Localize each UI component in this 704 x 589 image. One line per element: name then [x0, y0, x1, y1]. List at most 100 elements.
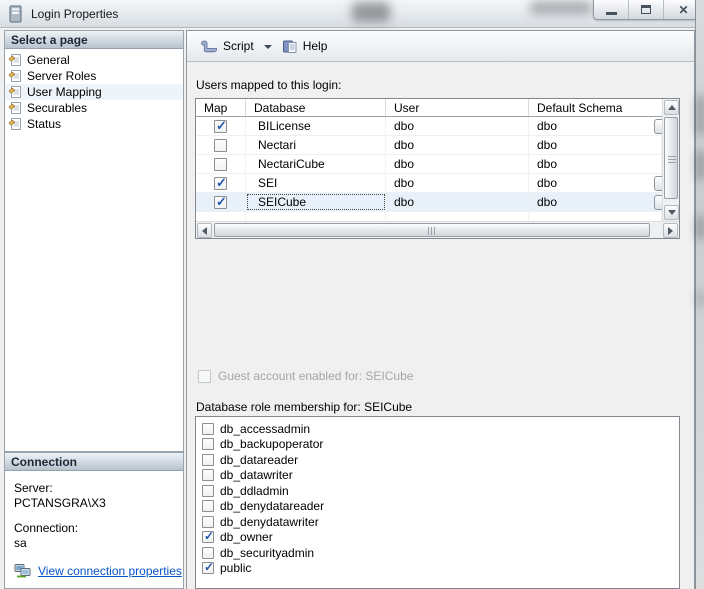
- database-cell: SEI: [246, 174, 386, 192]
- sidebar-page-item[interactable]: Server Roles: [5, 68, 183, 84]
- role-checkbox[interactable]: [202, 469, 214, 481]
- column-header-map[interactable]: Map: [196, 99, 246, 116]
- map-checkbox[interactable]: [214, 196, 227, 209]
- horizontal-scroll-thumb[interactable]: [214, 223, 650, 237]
- user-cell: dbo: [386, 193, 529, 211]
- toolbar: Script Help: [187, 31, 694, 62]
- schema-browse-button[interactable]: [654, 176, 662, 191]
- role-item[interactable]: db_ddladmin: [202, 483, 679, 499]
- connection-header: Connection: [5, 453, 183, 471]
- arrow-left-icon: [202, 227, 207, 235]
- script-scroll-icon: [200, 39, 218, 53]
- grid-row[interactable]: SEI dbo dbo: [196, 174, 662, 193]
- minimize-button[interactable]: [594, 0, 629, 19]
- map-checkbox[interactable]: [214, 158, 227, 171]
- help-button[interactable]: Help: [278, 36, 332, 57]
- vertical-scroll-thumb[interactable]: [664, 117, 678, 199]
- maximize-icon: [641, 5, 651, 14]
- guest-account-row: Guest account enabled for: SEICube: [198, 369, 413, 383]
- role-checkbox[interactable]: [202, 516, 214, 528]
- role-item[interactable]: db_datawriter: [202, 468, 679, 484]
- user-cell: dbo: [386, 136, 529, 154]
- role-checkbox[interactable]: [202, 500, 214, 512]
- script-button[interactable]: Script: [196, 36, 258, 56]
- page-icon: [8, 101, 23, 115]
- user-cell: dbo: [386, 174, 529, 192]
- column-header-database[interactable]: Database: [246, 99, 386, 116]
- schema-browse-button[interactable]: [654, 119, 662, 134]
- grid-row[interactable]: SEICube dbo dbo: [196, 193, 662, 212]
- window-right-edge: [695, 0, 704, 589]
- server-value: PCTANSGRA\X3: [14, 496, 183, 510]
- column-header-user[interactable]: User: [386, 99, 529, 116]
- sidebar-page-item[interactable]: Securables: [5, 100, 183, 116]
- map-cell: [196, 117, 246, 135]
- connection-value: sa: [14, 536, 183, 550]
- user-mapping-grid: Map Database User Default Schema BILicen…: [195, 98, 680, 239]
- role-membership-list: db_accessadmin db_backupoperator db_data…: [195, 416, 680, 589]
- role-item[interactable]: public: [202, 561, 679, 577]
- database-cell: BILicense: [246, 117, 386, 135]
- scroll-left-button[interactable]: [197, 223, 212, 238]
- map-checkbox[interactable]: [214, 177, 227, 190]
- role-checkbox[interactable]: [202, 423, 214, 435]
- connection-computers-icon: [14, 563, 31, 578]
- glass-reflection: [352, 2, 390, 22]
- role-item[interactable]: db_denydatareader: [202, 499, 679, 515]
- connection-content: Server: PCTANSGRA\X3 Connection: sa View…: [5, 471, 183, 578]
- help-button-label: Help: [303, 39, 328, 53]
- database-cell: SEICube: [246, 193, 386, 211]
- role-item[interactable]: db_accessadmin: [202, 421, 679, 437]
- role-label: db_datareader: [220, 453, 298, 467]
- map-cell: [196, 193, 246, 211]
- role-item[interactable]: db_backupoperator: [202, 437, 679, 453]
- sidebar-page-item[interactable]: User Mapping: [5, 84, 183, 100]
- connection-panel: Connection Server: PCTANSGRA\X3 Connecti…: [4, 452, 184, 589]
- guest-account-checkbox: [198, 370, 211, 383]
- role-checkbox[interactable]: [202, 485, 214, 497]
- view-connection-properties-link[interactable]: View connection properties: [38, 564, 182, 578]
- grid-row[interactable]: Nectari dbo dbo: [196, 136, 662, 155]
- default-schema-cell: dbo: [529, 193, 662, 211]
- role-label: db_ddladmin: [220, 484, 289, 498]
- role-checkbox[interactable]: [202, 531, 214, 543]
- role-item[interactable]: db_datareader: [202, 452, 679, 468]
- map-cell: [196, 174, 246, 192]
- role-label: db_accessadmin: [220, 422, 310, 436]
- script-dropdown-caret[interactable]: [264, 45, 272, 49]
- role-item[interactable]: db_denydatawriter: [202, 514, 679, 530]
- sidebar-page-item[interactable]: General: [5, 52, 183, 68]
- thumb-grip: [428, 227, 435, 235]
- scroll-right-button[interactable]: [663, 223, 678, 238]
- user-cell: dbo: [386, 117, 529, 135]
- grid-row[interactable]: NectariCube dbo dbo: [196, 155, 662, 174]
- scroll-down-button[interactable]: [664, 205, 679, 220]
- grid-vertical-scrollbar[interactable]: [662, 99, 679, 221]
- grid-horizontal-scrollbar[interactable]: [196, 221, 679, 238]
- role-item[interactable]: db_securityadmin: [202, 545, 679, 561]
- grid-empty-space: [196, 212, 662, 221]
- guest-account-label: Guest account enabled for: SEICube: [218, 369, 413, 383]
- role-checkbox[interactable]: [202, 454, 214, 466]
- help-book-icon: [282, 39, 298, 54]
- minimize-icon: [606, 12, 617, 15]
- role-checkbox[interactable]: [202, 438, 214, 450]
- map-checkbox[interactable]: [214, 139, 227, 152]
- role-item[interactable]: db_owner: [202, 530, 679, 546]
- map-checkbox[interactable]: [214, 120, 227, 133]
- select-page-panel: Select a page General: [4, 30, 184, 452]
- default-schema-cell: dbo: [529, 136, 662, 154]
- column-header-default-schema[interactable]: Default Schema: [529, 99, 662, 116]
- role-checkbox[interactable]: [202, 562, 214, 574]
- schema-browse-button[interactable]: [654, 195, 662, 210]
- maximize-button[interactable]: [629, 0, 664, 19]
- role-label: public: [220, 561, 251, 575]
- connection-label: Connection:: [14, 521, 183, 535]
- role-label: db_owner: [220, 530, 273, 544]
- role-checkbox[interactable]: [202, 547, 214, 559]
- users-mapped-label: Users mapped to this login:: [196, 78, 341, 92]
- sidebar-page-label: User Mapping: [27, 85, 102, 99]
- sidebar-page-item[interactable]: Status: [5, 116, 183, 132]
- grid-row[interactable]: BILicense dbo dbo: [196, 117, 662, 136]
- scroll-up-button[interactable]: [664, 100, 679, 115]
